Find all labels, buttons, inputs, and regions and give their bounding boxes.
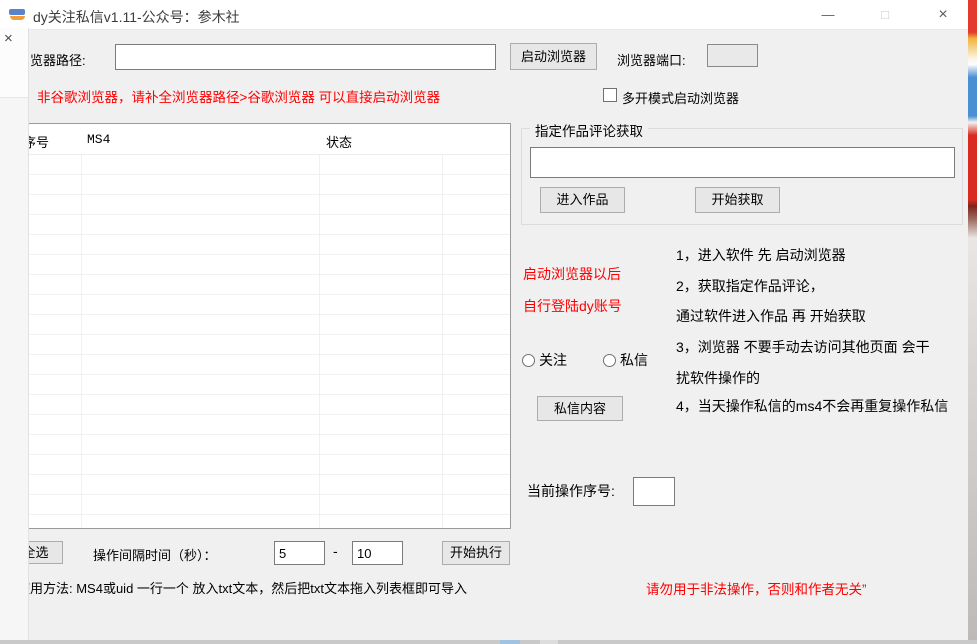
follow-radio-label[interactable]: 关注: [539, 352, 567, 368]
interval-label: 操作间隔时间（秒）：: [93, 545, 217, 564]
left-overlay-panel: ×: [0, 28, 29, 640]
table-column-divider: [319, 124, 320, 528]
titlebar: dy关注私信v1.11-公众号：参木社 — □ ×: [0, 0, 968, 30]
taskbar-strip: [0, 640, 977, 644]
instruction-line-2: 2，获取指定作品评论，: [676, 276, 824, 296]
table-column-divider: [81, 124, 82, 528]
table-header-row: 序号 MS4 状态: [9, 124, 510, 155]
dm-radio-circle-icon[interactable]: [603, 354, 616, 367]
browser-warning-text: 非谷歌浏览器，请补全浏览器路径>谷歌浏览器 可以直接启动浏览器: [37, 86, 440, 106]
launch-browser-button[interactable]: 启动浏览器: [510, 43, 597, 70]
window-title: dy关注私信v1.11-公众号：参木社: [33, 7, 240, 27]
follow-radio[interactable]: 关注: [522, 350, 567, 370]
instruction-line-5: 扰软件操作的: [676, 368, 760, 388]
browser-port-label: 浏览器端口:: [617, 50, 686, 69]
interval-separator: -: [333, 543, 338, 559]
overlay-close-icon[interactable]: ×: [4, 30, 13, 47]
app-logo-blue-shape: [9, 9, 25, 15]
minimize-button[interactable]: —: [806, 0, 850, 30]
enter-work-button[interactable]: 进入作品: [540, 187, 625, 213]
app-logo-orange-shape: [10, 16, 25, 20]
app-logo-icon: [8, 8, 28, 23]
desktop-wallpaper-strip: [968, 0, 977, 644]
work-url-input[interactable]: [530, 147, 955, 178]
dm-radio-label[interactable]: 私信: [620, 352, 648, 368]
left-overlay-top-section: ×: [0, 28, 28, 98]
follow-radio-circle-icon[interactable]: [522, 354, 535, 367]
instruction-line-4: 3，浏览器 不要手动去访问其他页面 会干: [676, 337, 930, 357]
legal-warning-text: 请勿用于非法操作，否则和作者无关”: [646, 578, 867, 598]
browser-port-input[interactable]: [707, 44, 758, 67]
close-button[interactable]: ×: [921, 0, 965, 30]
usage-instructions-text: 使用方法: MS4或uid 一行一个 放入txt文本，然后把txt文本拖入列表框…: [17, 578, 467, 597]
table-column-divider: [442, 124, 443, 528]
current-index-input[interactable]: [633, 477, 675, 506]
browser-path-input[interactable]: [115, 44, 496, 70]
instruction-line-1: 1，进入软件 先 启动浏览器: [676, 245, 846, 265]
multi-open-checkbox-label[interactable]: 多开模式启动浏览器: [622, 88, 739, 107]
app-window: dy关注私信v1.11-公众号：参木社 — □ × 浏览器路径: 启动浏览器 浏…: [0, 0, 968, 640]
taskbar-app-icon-2[interactable]: [540, 640, 558, 644]
start-execute-button[interactable]: 开始执行: [442, 541, 510, 565]
instruction-line-3: 通过软件进入作品 再 开始获取: [676, 306, 866, 326]
interval-max-input[interactable]: [352, 541, 403, 565]
maximize-button[interactable]: □: [863, 0, 907, 30]
after-launch-note-line1: 启动浏览器以后: [523, 264, 621, 284]
dm-radio[interactable]: 私信: [603, 350, 648, 370]
multi-open-checkbox[interactable]: [603, 88, 617, 102]
current-index-label: 当前操作序号:: [527, 481, 615, 501]
column-header-status: 状态: [326, 132, 352, 151]
dm-content-button[interactable]: 私信内容: [537, 396, 623, 421]
taskbar-app-icon[interactable]: [500, 640, 520, 644]
column-header-ms4: MS4: [87, 132, 110, 147]
start-fetch-button[interactable]: 开始获取: [695, 187, 780, 213]
interval-min-input[interactable]: [274, 541, 325, 565]
ms4-list-table[interactable]: 序号 MS4 状态: [8, 123, 511, 529]
comment-fetch-group-label: 指定作品评论获取: [530, 120, 648, 140]
after-launch-note-line2: 自行登陆dy账号: [523, 296, 622, 316]
instruction-line-6: 4，当天操作私信的ms4不会再重复操作私信: [676, 396, 948, 416]
